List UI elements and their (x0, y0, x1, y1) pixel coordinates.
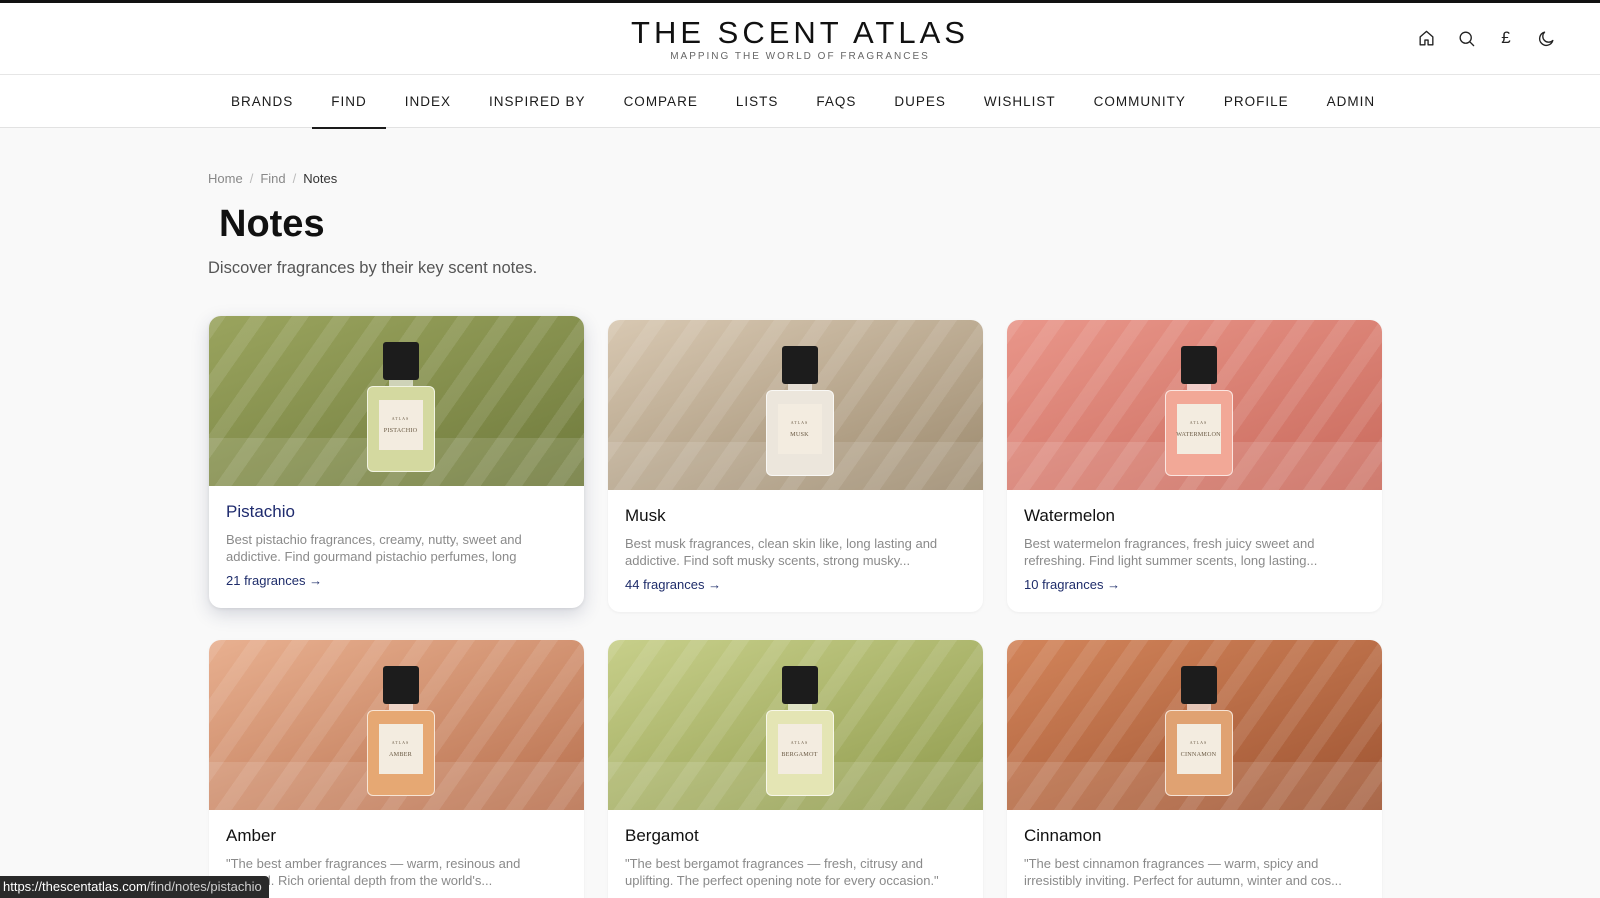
search-icon[interactable] (1456, 28, 1476, 48)
bottle-brand: ATLAS (790, 740, 809, 745)
nav-item-compare[interactable]: COMPARE (605, 75, 717, 128)
perfume-bottle-icon: ATLAS MUSK (765, 346, 834, 476)
bottle-cap (781, 346, 818, 384)
bottle-label: ATLAS CINNAMON (1176, 724, 1221, 774)
main-nav: BRANDS FIND INDEX INSPIRED BY COMPARE LISTS FA… (0, 75, 1600, 129)
bottle-note: AMBER (388, 751, 412, 758)
perfume-bottle-icon: ATLAS CINNAMON (1164, 666, 1233, 796)
note-card-description: Best pistachio fragrances, creamy, nutty… (226, 532, 522, 564)
breadcrumb-separator: / (249, 171, 254, 186)
note-card-description: Best musk fragrances, clean skin like, l… (625, 536, 938, 568)
bottle-brand: ATLAS (1189, 420, 1208, 425)
brand-logo[interactable]: THE SCENT ATLAS MAPPING THE WORLD OF FRA… (0, 16, 1600, 63)
breadcrumb-separator: / (292, 171, 297, 186)
note-card-count-link[interactable]: 44 fragrances → (625, 577, 721, 592)
nav-item-lists[interactable]: LISTS (717, 75, 798, 128)
bottle-brand: ATLAS (1189, 740, 1208, 745)
bottle-note: WATERMELON (1176, 431, 1221, 438)
perfume-bottle-icon: ATLAS BERGAMOT (765, 666, 834, 796)
bottle-note: PISTACHIO (383, 427, 418, 434)
note-card-description: Best watermelon fragrances, fresh juicy … (1024, 536, 1318, 568)
site-title[interactable]: THE SCENT ATLAS (0, 16, 1600, 50)
bottle-label: ATLAS PISTACHIO (378, 400, 423, 450)
note-card-title[interactable]: Bergamot (625, 825, 966, 847)
note-card-count-link[interactable]: 10 fragrances → (1024, 577, 1120, 592)
note-card-amber[interactable]: ATLAS AMBER Amber "The best amber fragrance… (209, 640, 584, 898)
note-card-bergamot[interactable]: ATLAS BERGAMOT Bergamot "The best bergamot … (608, 640, 983, 898)
status-bar-url: https://thescentatlas.com/find/notes/pis… (0, 876, 269, 898)
bottle-brand: ATLAS (391, 416, 410, 421)
nav-item-find[interactable]: FIND (312, 75, 386, 129)
note-card-pistachio[interactable]: ATLAS PISTACHIO Pistachio Best pistachio fr… (209, 316, 584, 608)
nav-item-profile[interactable]: PROFILE (1205, 75, 1308, 128)
home-icon[interactable] (1416, 28, 1436, 48)
site-tagline: MAPPING THE WORLD OF FRAGRANCES (670, 51, 930, 62)
bottle-brand: ATLAS (391, 740, 410, 745)
site-header: THE SCENT ATLAS MAPPING THE WORLD OF FRA… (0, 3, 1600, 75)
note-card-title[interactable]: Musk (625, 505, 966, 527)
nav-item-wishlist[interactable]: WISHLIST (965, 75, 1075, 128)
note-card-body: Cinnamon "The best cinnamon fragrances — … (1007, 810, 1382, 898)
bottle-cap (1180, 666, 1217, 704)
note-card-title[interactable]: Pistachio (226, 501, 567, 523)
bottle-label: ATLAS AMBER (378, 724, 423, 774)
note-card-title[interactable]: Amber (226, 825, 567, 847)
note-card-image[interactable]: ATLAS CINNAMON (1007, 640, 1382, 810)
nav-item-admin[interactable]: ADMIN (1308, 75, 1395, 128)
note-card-image[interactable]: ATLAS BERGAMOT (608, 640, 983, 810)
page-title: Notes (219, 203, 325, 245)
note-card-description: "The best bergamot fragrances — fresh, c… (625, 856, 939, 888)
bottle-cap (382, 666, 419, 704)
bottle-brand: ATLAS (790, 420, 809, 425)
bottle-label: ATLAS WATERMELON (1176, 404, 1221, 454)
perfume-bottle-icon: ATLAS WATERMELON (1164, 346, 1233, 476)
bottle-cap (1180, 346, 1217, 384)
note-card-image[interactable]: ATLAS AMBER (209, 640, 584, 810)
note-card-body: Watermelon Best watermelon fragrances, fr… (1007, 490, 1382, 612)
note-card-description: "The best amber fragrances — warm, resin… (226, 856, 521, 888)
note-card-watermelon[interactable]: ATLAS WATERMELON Watermelon Best watermelon… (1007, 320, 1382, 612)
note-card-title[interactable]: Watermelon (1024, 505, 1365, 527)
perfume-bottle-icon: ATLAS AMBER (366, 666, 435, 796)
nav-item-inspired-by[interactable]: INSPIRED BY (470, 75, 605, 128)
header-icons: £ (1416, 28, 1556, 48)
status-url-host: https://thescentatlas.com (3, 879, 147, 894)
bottle-cap (382, 342, 419, 380)
breadcrumb-home[interactable]: Home (208, 171, 243, 186)
note-card-count-link[interactable]: 21 fragrances → (226, 573, 322, 588)
nav-item-community[interactable]: COMMUNITY (1075, 75, 1205, 128)
dark-mode-moon-icon[interactable] (1536, 28, 1556, 48)
nav-list: BRANDS FIND INDEX INSPIRED BY COMPARE LISTS FA… (212, 75, 1395, 129)
breadcrumb-current: Notes (303, 171, 338, 186)
status-url-path: /find/notes/pistachio (146, 879, 262, 894)
bottle-label: ATLAS BERGAMOT (777, 724, 822, 774)
note-card-musk[interactable]: ATLAS MUSK Musk Best musk fragrances, clean… (608, 320, 983, 612)
breadcrumb: Home / Find / Notes (208, 171, 337, 186)
note-card-description: "The best cinnamon fragrances — warm, sp… (1024, 856, 1342, 888)
perfume-bottle-icon: ATLAS PISTACHIO (366, 342, 435, 472)
note-card-image[interactable]: ATLAS MUSK (608, 320, 983, 490)
note-card-cinnamon[interactable]: ATLAS CINNAMON Cinnamon "The best cinnamon … (1007, 640, 1382, 898)
bottle-note: CINNAMON (1180, 751, 1217, 758)
note-card-body: Musk Best musk fragrances, clean skin lik… (608, 490, 983, 612)
note-card-body: Pistachio Best pistachio fragrances, crea… (209, 486, 584, 608)
note-card-title[interactable]: Cinnamon (1024, 825, 1365, 847)
currency-pound-icon[interactable]: £ (1496, 28, 1516, 48)
bottle-note: MUSK (790, 431, 809, 438)
breadcrumb-find[interactable]: Find (260, 171, 285, 186)
bottle-label: ATLAS MUSK (777, 404, 822, 454)
nav-item-index[interactable]: INDEX (386, 75, 470, 128)
note-card-body: Bergamot "The best bergamot fragrances — … (608, 810, 983, 898)
bottle-cap (781, 666, 818, 704)
note-card-image[interactable]: ATLAS WATERMELON (1007, 320, 1382, 490)
page-subtitle: Discover fragrances by their key scent n… (208, 259, 538, 277)
nav-item-dupes[interactable]: DUPES (875, 75, 965, 128)
bottle-note: BERGAMOT (781, 751, 818, 758)
nav-item-brands[interactable]: BRANDS (212, 75, 312, 128)
note-card-image[interactable]: ATLAS PISTACHIO (209, 316, 584, 486)
nav-item-faqs[interactable]: FAQS (797, 75, 875, 128)
